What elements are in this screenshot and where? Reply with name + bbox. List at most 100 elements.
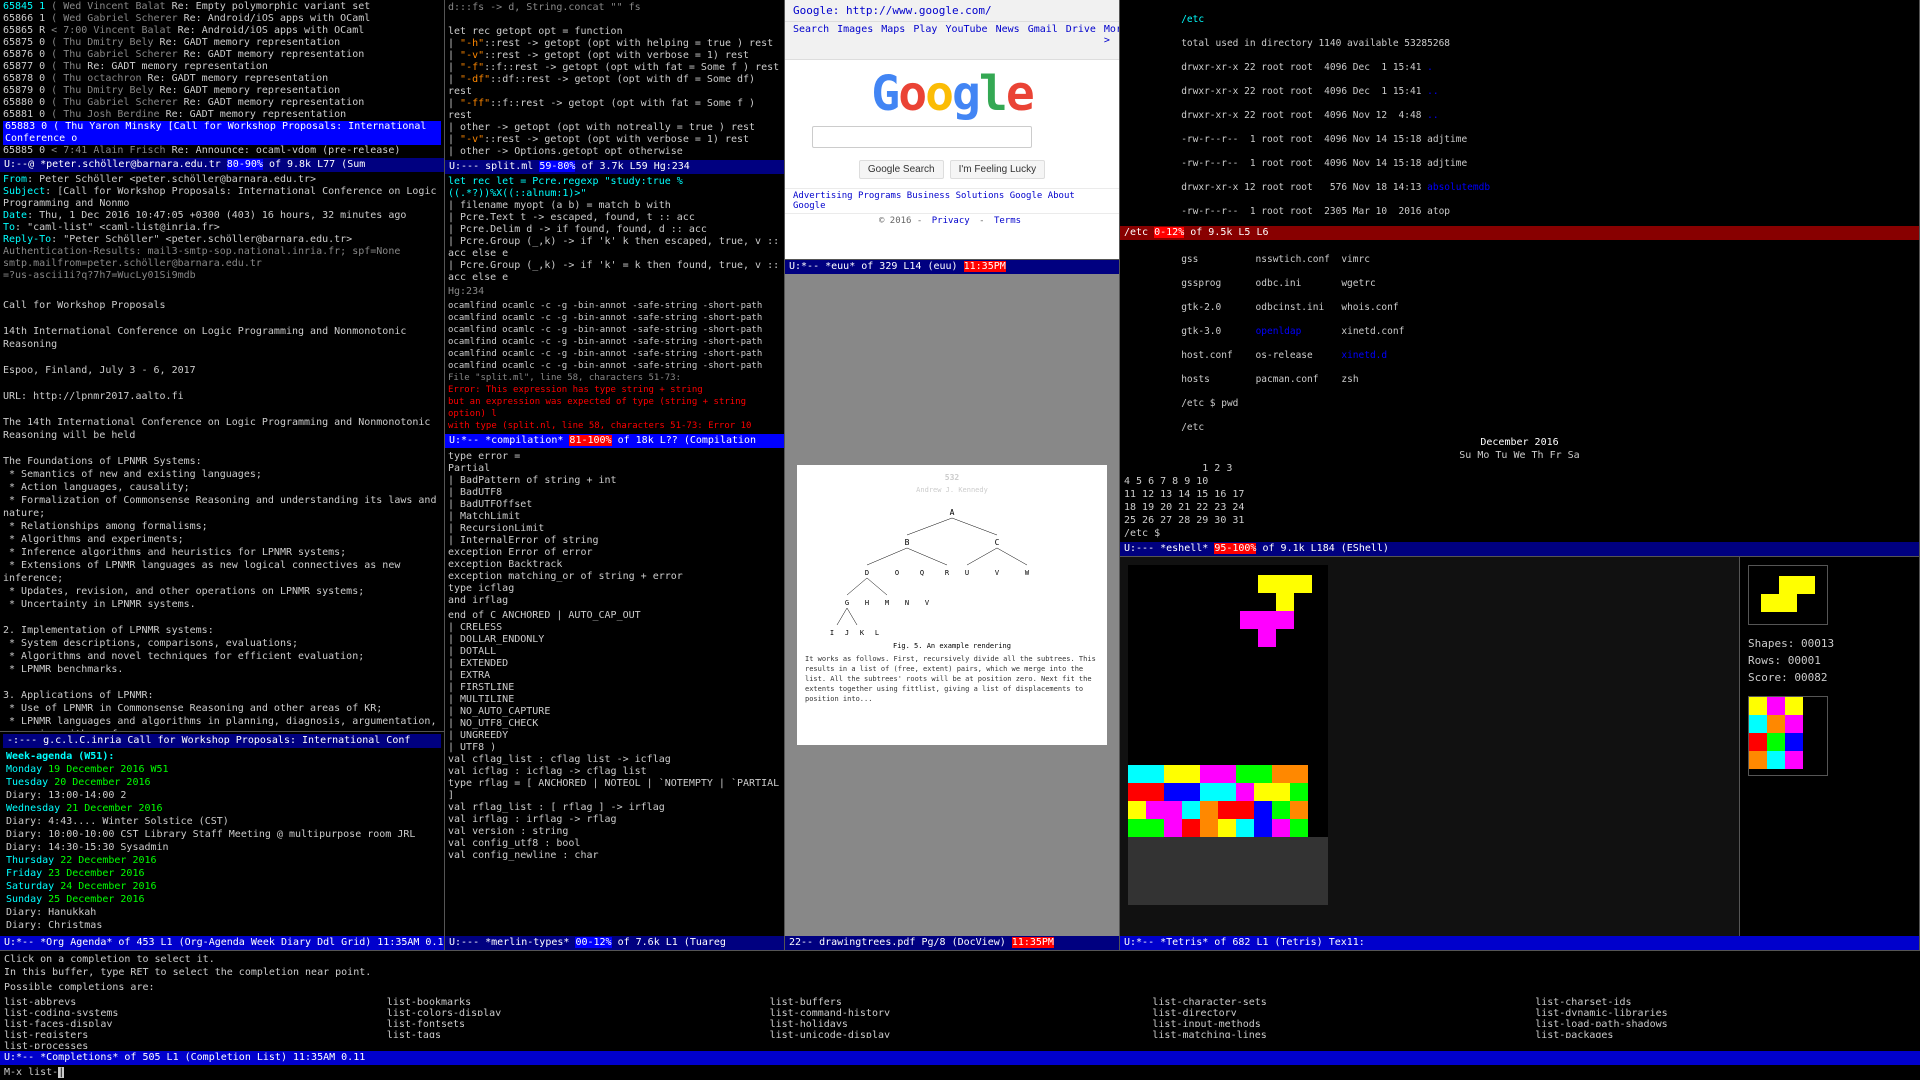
agenda-hanukkah: Diary: Hanukkah bbox=[6, 906, 438, 919]
completion-list-coding-systems[interactable]: list-coding-systems bbox=[4, 1007, 385, 1016]
advertising-programs-link[interactable]: Advertising Programs bbox=[793, 191, 901, 201]
completion-list-dynamic-libraries[interactable]: list-dynamic-libraries bbox=[1535, 1007, 1916, 1016]
nav-youtube[interactable]: YouTube bbox=[945, 24, 987, 57]
google-search-input[interactable] bbox=[812, 126, 1032, 148]
calendar-header: December 2016 bbox=[1124, 436, 1915, 449]
code-header: d:::fs -> d, String.concat "" fs bbox=[448, 2, 781, 14]
completion-list-input-methods[interactable]: list-input-methods bbox=[1152, 1018, 1533, 1027]
privacy-link[interactable]: Privacy bbox=[932, 216, 970, 226]
svg-text:M: M bbox=[885, 599, 889, 607]
compilation-status: U:*-- *compilation* 81-100% of 18k L?? (… bbox=[445, 434, 784, 448]
footer-year: 2016 bbox=[890, 216, 912, 226]
google-link[interactable]: Google bbox=[1010, 191, 1043, 201]
completion-list-colors-display[interactable]: list-colors-display bbox=[387, 1007, 768, 1016]
code-pane: d:::fs -> d, String.concat "" fs let rec… bbox=[445, 0, 785, 950]
nav-more[interactable]: More > bbox=[1104, 24, 1119, 57]
completion-list-buffers[interactable]: list-buffers bbox=[770, 996, 1151, 1005]
split-status: U:--- split.ml 59-80% of 3.7k L59 Hg:234 bbox=[445, 160, 784, 174]
email-hash: =?us-ascii1i?q?7h7=WucLy01Si9mdb bbox=[3, 270, 441, 282]
org-section: -:--- g.c.l.C.inria Call for Workshop Pr… bbox=[0, 731, 444, 936]
click-prompt: Click on a completion to select it. bbox=[4, 954, 215, 965]
nav-gmail[interactable]: Gmail bbox=[1028, 24, 1058, 57]
email-from: From: Peter Schöller <peter.schöller@bar… bbox=[3, 174, 441, 186]
email-row[interactable]: 65878 0 ( Thu octachron Re: GADT memory … bbox=[3, 73, 441, 85]
business-solutions-link[interactable]: Business Solutions bbox=[907, 191, 1005, 201]
mode-line: *peter.schöller@barnara.edu.tr bbox=[40, 159, 221, 170]
completion-list-directory[interactable]: list-directory bbox=[1152, 1007, 1533, 1016]
agenda-library: Diary: 10:00-10:00 CST Library Staff Mee… bbox=[6, 828, 438, 841]
email-row[interactable]: 65875 0 ( Thu Dmitry Bely Re: GADT memor… bbox=[3, 37, 441, 49]
completion-list-abbrevs[interactable]: list-abbrevs bbox=[4, 996, 385, 1005]
completion-list-packages[interactable]: list-packages bbox=[1535, 1029, 1916, 1038]
nav-drive[interactable]: Drive bbox=[1066, 24, 1096, 57]
time-display: 11:35PM bbox=[964, 261, 1006, 272]
nav-images[interactable]: Images bbox=[837, 24, 873, 57]
shapes-val: 00013 bbox=[1801, 637, 1834, 650]
completion-status-bar: U:*-- *Completions* of 505 L1 (Completio… bbox=[0, 1051, 1920, 1065]
email-row[interactable]: 65876 0 ( Thu Gabriel Scherer Re: GADT m… bbox=[3, 49, 441, 61]
completion-list-charset-ids[interactable]: list-charset-ids bbox=[1535, 996, 1916, 1005]
completion-list-fontsets[interactable]: list-fontsets bbox=[387, 1018, 768, 1027]
status-text: U:*-- *Org Agenda* of 453 L1 (Org-Agenda… bbox=[4, 937, 444, 948]
completion-list-unicode-display[interactable]: list-unicode-display bbox=[770, 1029, 1151, 1038]
nav-play[interactable]: Play bbox=[913, 24, 937, 57]
agenda-tuesday: Tuesday 20 December 2016 bbox=[6, 776, 438, 789]
terms-link[interactable]: Terms bbox=[994, 216, 1021, 226]
rows-info: Rows: 00001 bbox=[1748, 654, 1911, 667]
pdf-text: It works as follows. First, recursively … bbox=[805, 654, 1099, 704]
email-row[interactable]: 65865 R < 7:00 Vincent Balat Re: Android… bbox=[3, 25, 441, 37]
calendar-week1: 1 2 3 bbox=[1124, 462, 1915, 475]
email-row[interactable]: 65880 0 ( Thu Gabriel Scherer Re: GADT m… bbox=[3, 97, 441, 109]
completion-list-bookmarks[interactable]: list-bookmarks bbox=[387, 996, 768, 1005]
score-val: 00082 bbox=[1794, 671, 1827, 684]
file-section: /etc total used in directory 1140 availa… bbox=[1120, 0, 1919, 556]
pct-indicator: 80-90% bbox=[227, 159, 263, 170]
google-ads-links: Advertising Programs Business Solutions … bbox=[785, 188, 1119, 213]
code-content: d:::fs -> d, String.concat "" fs let rec… bbox=[445, 0, 784, 936]
completion-list-command-history[interactable]: list-command-history bbox=[770, 1007, 1151, 1016]
pdf-docview: (DocView) bbox=[952, 937, 1012, 948]
completion-list-faces-display[interactable]: list-faces-display bbox=[4, 1018, 385, 1027]
email-row[interactable]: 65879 0 ( Thu Dmitry Bely Re: GADT memor… bbox=[3, 85, 441, 97]
completion-list-load-path-shadows[interactable]: list-load-path-shadows bbox=[1535, 1018, 1916, 1027]
eshell-mode: /etc bbox=[1124, 227, 1154, 238]
nav-search[interactable]: Search bbox=[793, 24, 829, 57]
agenda-diary1: Diary: 13:00-14:00 2 bbox=[6, 789, 438, 802]
completion-list-matching-lines[interactable]: list-matching-lines bbox=[1152, 1029, 1533, 1038]
agenda-sysadmin: Diary: 14:30-15:30 Sysadmin bbox=[6, 841, 438, 854]
rows-val: 00001 bbox=[1788, 654, 1821, 667]
email-row[interactable]: 65885 0 < 7:41 Alain Frisch Re: Announce… bbox=[3, 145, 441, 157]
url-bar: Google: http://www.google.com/ bbox=[785, 0, 1119, 22]
next-piece-svg bbox=[1749, 566, 1829, 626]
completion-list-tags[interactable]: list-tags bbox=[387, 1029, 768, 1038]
google-nav[interactable]: Search Images Maps Play YouTube News Gma… bbox=[785, 22, 1119, 60]
completion-list-character-sets[interactable]: list-character-sets bbox=[1152, 996, 1533, 1005]
email-row[interactable]: 65866 1 ( Wed Gabriel Scherer Re: Androi… bbox=[3, 13, 441, 25]
email-row[interactable]: 65877 0 ( Thu Re: GADT memory representa… bbox=[3, 61, 441, 73]
agenda-christmas: Diary: Christmas bbox=[6, 919, 438, 932]
calendar-week5: 25 26 27 28 29 30 31 bbox=[1124, 514, 1915, 527]
tetris-section: Shapes: 00013 Rows: 00001 Score: 00082 bbox=[1120, 556, 1919, 936]
svg-text:I: I bbox=[830, 629, 834, 637]
pdf-author: Andrew J. Kennedy bbox=[805, 486, 1099, 494]
eshell-pct: 0-12% bbox=[1154, 227, 1184, 238]
calendar-week2: 4 5 6 7 8 9 10 bbox=[1124, 475, 1915, 488]
completion-list-registers[interactable]: list-registers bbox=[4, 1029, 385, 1038]
search-box bbox=[812, 126, 1092, 148]
email-row-selected[interactable]: 65883 0 ( Thu Yaron Minsky [Call for Wor… bbox=[3, 121, 441, 145]
im-feeling-lucky-button[interactable]: I'm Feeling Lucky bbox=[950, 160, 1046, 179]
email-reply: Reply-To: "Peter Schöller" <peter.schöll… bbox=[3, 234, 441, 246]
email-row[interactable]: 65881 0 ( Thu Josh Berdine Re: GADT memo… bbox=[3, 109, 441, 121]
pdf-content: 532 Andrew J. Kennedy A B C D bbox=[797, 465, 1107, 745]
pdf-viewer: 532 Andrew J. Kennedy A B C D bbox=[785, 274, 1119, 936]
file-listing: /etc total used in directory 1140 availa… bbox=[1120, 0, 1919, 226]
google-browser: Google: http://www.google.com/ Search Im… bbox=[785, 0, 1119, 260]
completion-list-processes[interactable]: list-processes bbox=[4, 1040, 385, 1049]
cursor: | bbox=[58, 1067, 64, 1078]
nav-maps[interactable]: Maps bbox=[881, 24, 905, 57]
agenda-sunday: Sunday 25 December 2016 bbox=[6, 893, 438, 906]
email-row[interactable]: 65845 1 ( Wed Vincent Balat Re: Empty po… bbox=[3, 1, 441, 13]
nav-news[interactable]: News bbox=[996, 24, 1020, 57]
google-search-button[interactable]: Google Search bbox=[859, 160, 944, 179]
completion-list-holidays[interactable]: list-holidays bbox=[770, 1018, 1151, 1027]
